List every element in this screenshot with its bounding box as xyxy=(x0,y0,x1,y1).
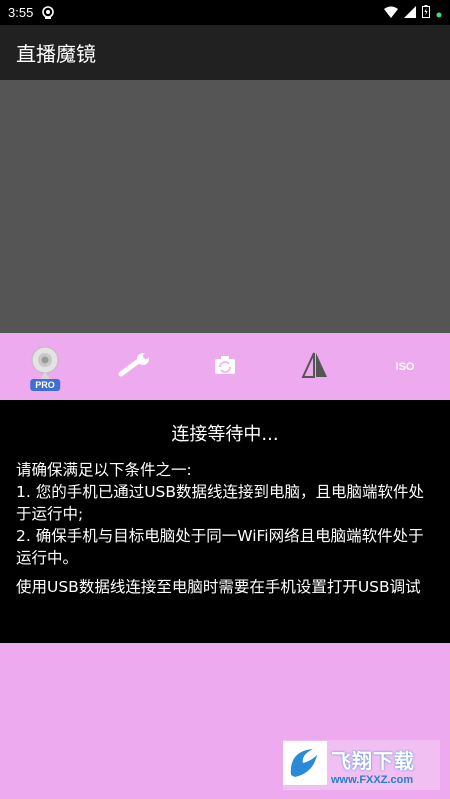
instruction-line: 请确保满足以下条件之一: xyxy=(16,461,192,479)
connection-panel: 连接等待中... 请确保满足以下条件之一: 1. 您的手机已通过USB数据线连接… xyxy=(0,400,450,643)
app-bar: 直播魔镜 xyxy=(0,25,450,80)
signal-icon xyxy=(404,3,416,22)
iso-icon: ISO xyxy=(395,360,415,373)
settings-button[interactable] xyxy=(90,333,180,400)
webcam-pro-button[interactable]: PRO xyxy=(0,333,90,400)
camera-switch-icon xyxy=(214,355,236,379)
watermark-url: www.FXXZ.com xyxy=(331,773,414,786)
watermark: 飞翔下载 www.FXXZ.com xyxy=(283,740,440,790)
wifi-icon xyxy=(384,3,398,22)
instruction-line: 2. 确保手机与目标电脑处于同一WiFi网络且电脑端软件处于运行中。 xyxy=(16,527,424,567)
camera-preview xyxy=(0,80,450,333)
status-bar: 3:55 xyxy=(0,0,450,25)
dot-icon xyxy=(436,3,442,22)
status-time: 3:55 xyxy=(8,5,34,20)
pro-badge: PRO xyxy=(30,379,60,391)
watermark-brand: 飞翔下载 xyxy=(331,748,415,773)
mirror-flip-icon xyxy=(301,351,329,383)
mirror-button[interactable] xyxy=(270,333,360,400)
connection-status: 连接等待中... xyxy=(171,424,279,445)
wrench-icon xyxy=(118,352,152,381)
toolbar: PRO ISO xyxy=(0,333,450,400)
instructions: 请确保满足以下条件之一: 1. 您的手机已通过USB数据线连接到电脑，且电脑端软… xyxy=(16,459,438,598)
battery-icon xyxy=(422,3,430,22)
logo-icon xyxy=(283,741,327,789)
app-title: 直播魔镜 xyxy=(16,42,96,66)
switch-camera-button[interactable] xyxy=(180,333,270,400)
notification-icon xyxy=(41,5,55,20)
iso-button[interactable]: ISO xyxy=(360,333,450,400)
instruction-line: 使用USB数据线连接至电脑时需要在手机设置打开USB调试 xyxy=(16,578,421,596)
instruction-line: 1. 您的手机已通过USB数据线连接到电脑，且电脑端软件处于运行中; xyxy=(16,483,425,523)
